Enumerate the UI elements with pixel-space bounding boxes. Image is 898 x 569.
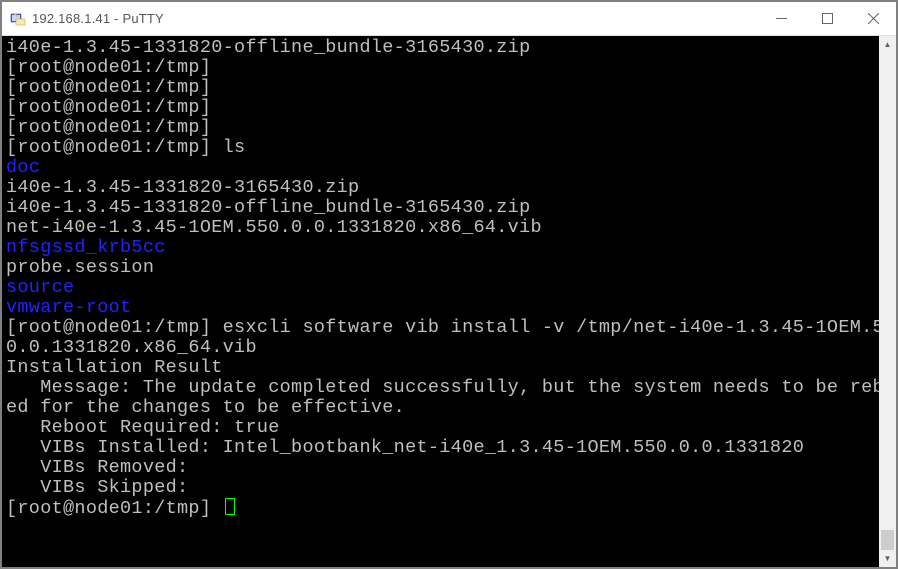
terminal-line: VIBs Removed:: [6, 458, 875, 478]
terminal-line: probe.session: [6, 258, 875, 278]
terminal-line: nfsgssd_krb5cc: [6, 238, 875, 258]
window-title: 192.168.1.41 - PuTTY: [32, 11, 758, 26]
terminal-line: i40e-1.3.45-1331820-3165430.zip: [6, 178, 875, 198]
terminal-line: [root@node01:/tmp] esxcli software vib i…: [6, 318, 875, 338]
terminal-line: 0.0.1331820.x86_64.vib: [6, 338, 875, 358]
scrollbar-thumb[interactable]: [881, 530, 894, 550]
minimize-button[interactable]: [758, 2, 804, 35]
putty-icon: [10, 11, 26, 27]
scrollbar-down-arrow[interactable]: ▼: [879, 550, 896, 567]
scrollbar-track[interactable]: [879, 53, 896, 550]
terminal-line: [root@node01:/tmp] ls: [6, 138, 875, 158]
terminal-line: i40e-1.3.45-1331820-offline_bundle-31654…: [6, 38, 875, 58]
close-button[interactable]: [850, 2, 896, 35]
terminal-line: VIBs Installed: Intel_bootbank_net-i40e_…: [6, 438, 875, 458]
terminal-container: i40e-1.3.45-1331820-offline_bundle-31654…: [2, 36, 896, 567]
terminal-line: i40e-1.3.45-1331820-offline_bundle-31654…: [6, 198, 875, 218]
terminal-output[interactable]: i40e-1.3.45-1331820-offline_bundle-31654…: [2, 36, 879, 567]
terminal-line: [root@node01:/tmp]: [6, 498, 875, 519]
terminal-line: Message: The update completed successful…: [6, 378, 875, 398]
terminal-cursor: [225, 498, 235, 515]
window-titlebar: 192.168.1.41 - PuTTY: [2, 2, 896, 36]
scrollbar-up-arrow[interactable]: ▲: [879, 36, 896, 53]
vertical-scrollbar[interactable]: ▲ ▼: [879, 36, 896, 567]
terminal-line: [root@node01:/tmp]: [6, 98, 875, 118]
terminal-line: [root@node01:/tmp]: [6, 58, 875, 78]
window-buttons: [758, 2, 896, 35]
terminal-line: [root@node01:/tmp]: [6, 78, 875, 98]
terminal-line: doc: [6, 158, 875, 178]
terminal-line: Installation Result: [6, 358, 875, 378]
terminal-line: VIBs Skipped:: [6, 478, 875, 498]
terminal-line: net-i40e-1.3.45-1OEM.550.0.0.1331820.x86…: [6, 218, 875, 238]
terminal-line: [root@node01:/tmp]: [6, 118, 875, 138]
terminal-line: vmware-root: [6, 298, 875, 318]
terminal-line: ed for the changes to be effective.: [6, 398, 875, 418]
terminal-line: source: [6, 278, 875, 298]
terminal-line: Reboot Required: true: [6, 418, 875, 438]
maximize-button[interactable]: [804, 2, 850, 35]
